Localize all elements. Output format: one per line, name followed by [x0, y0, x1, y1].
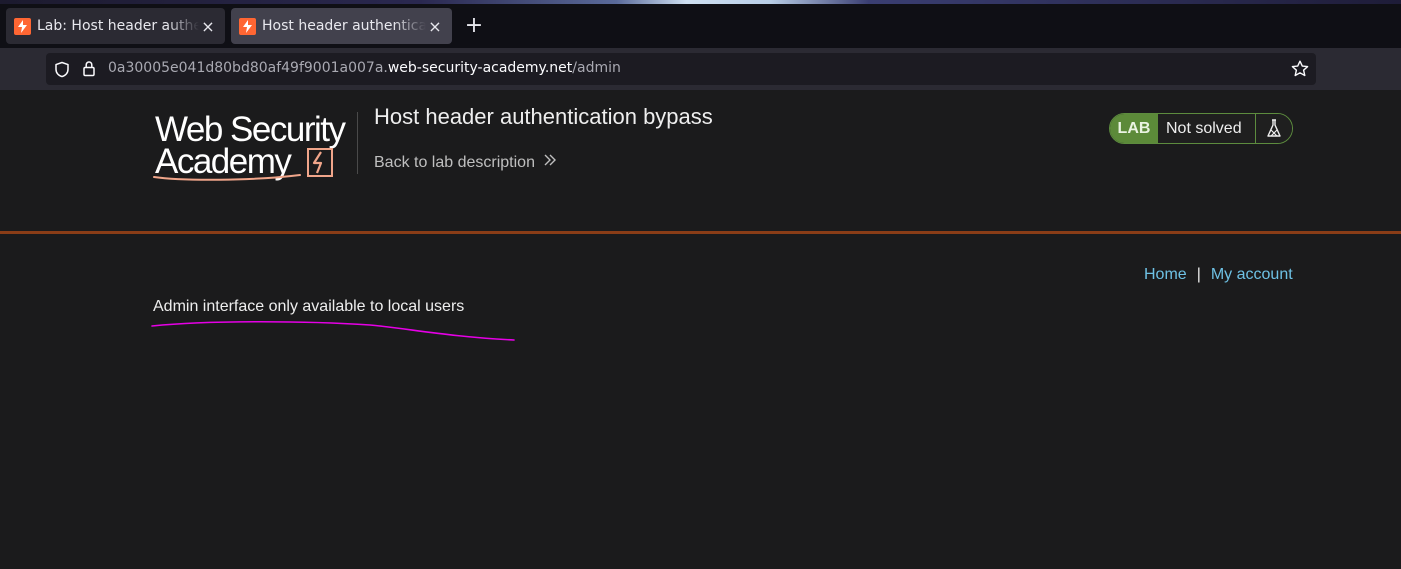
flask-icon: [1256, 114, 1292, 143]
admin-unavailable-message: Admin interface only available to local …: [153, 298, 465, 315]
url-text[interactable]: 0a30005e041d80bd80af49f9001a007a.web-sec…: [108, 60, 621, 76]
double-chevron-right-icon: [543, 153, 557, 172]
link-separator: |: [1196, 266, 1201, 283]
lightning-icon: [239, 17, 256, 35]
browser-tab-lab-description[interactable]: Lab: Host header authentication bypass ×: [6, 8, 225, 44]
browser-tab-admin[interactable]: Host header authentication bypass ×: [231, 8, 452, 44]
lock-icon[interactable]: [82, 60, 96, 81]
url-path: /admin: [572, 60, 621, 76]
top-links: Home | My account: [1144, 266, 1293, 284]
page-content: Web Security Academy Host header authent…: [0, 90, 1401, 569]
logo-divider: [357, 112, 358, 174]
tab-title: Host header authentication bypass: [262, 18, 426, 34]
lab-title: Host header authentication bypass: [374, 104, 713, 129]
url-subdomain: 0a30005e041d80bd80af49f9001a007a.: [108, 60, 388, 76]
url-host: web-security-academy.net: [387, 60, 573, 76]
logo-lightning-icon: [307, 148, 333, 177]
logo-line-2: Academy: [155, 142, 292, 181]
url-bar[interactable]: 0a30005e041d80bd80af49f9001a007a.web-sec…: [46, 53, 1316, 85]
close-icon[interactable]: ×: [199, 17, 217, 36]
lab-status-text: Not solved: [1158, 114, 1256, 143]
lab-badge: LAB: [1110, 114, 1158, 143]
shield-icon[interactable]: [54, 61, 70, 82]
tab-title: Lab: Host header authentication bypass: [37, 18, 199, 34]
web-security-academy-logo[interactable]: Web Security Academy: [152, 106, 356, 182]
back-link-label: Back to lab description: [374, 153, 535, 171]
bookmark-star-icon[interactable]: [1290, 59, 1310, 83]
magenta-underline-annotation: [151, 320, 515, 341]
lightning-icon: [14, 17, 31, 35]
new-tab-button[interactable]: +: [461, 12, 487, 40]
my-account-link[interactable]: My account: [1211, 266, 1293, 284]
close-icon[interactable]: ×: [426, 17, 444, 36]
browser-nav-bar: 0a30005e041d80bd80af49f9001a007a.web-sec…: [0, 48, 1401, 90]
lab-header: Web Security Academy Host header authent…: [0, 90, 1401, 234]
tab-bar-glow: [0, 0, 1401, 4]
lab-status-widget: LAB Not solved: [1109, 113, 1293, 144]
back-to-lab-description-link[interactable]: Back to lab description: [374, 153, 557, 172]
browser-tab-bar: Lab: Host header authentication bypass ×…: [0, 0, 1401, 48]
home-link[interactable]: Home: [1144, 266, 1187, 284]
